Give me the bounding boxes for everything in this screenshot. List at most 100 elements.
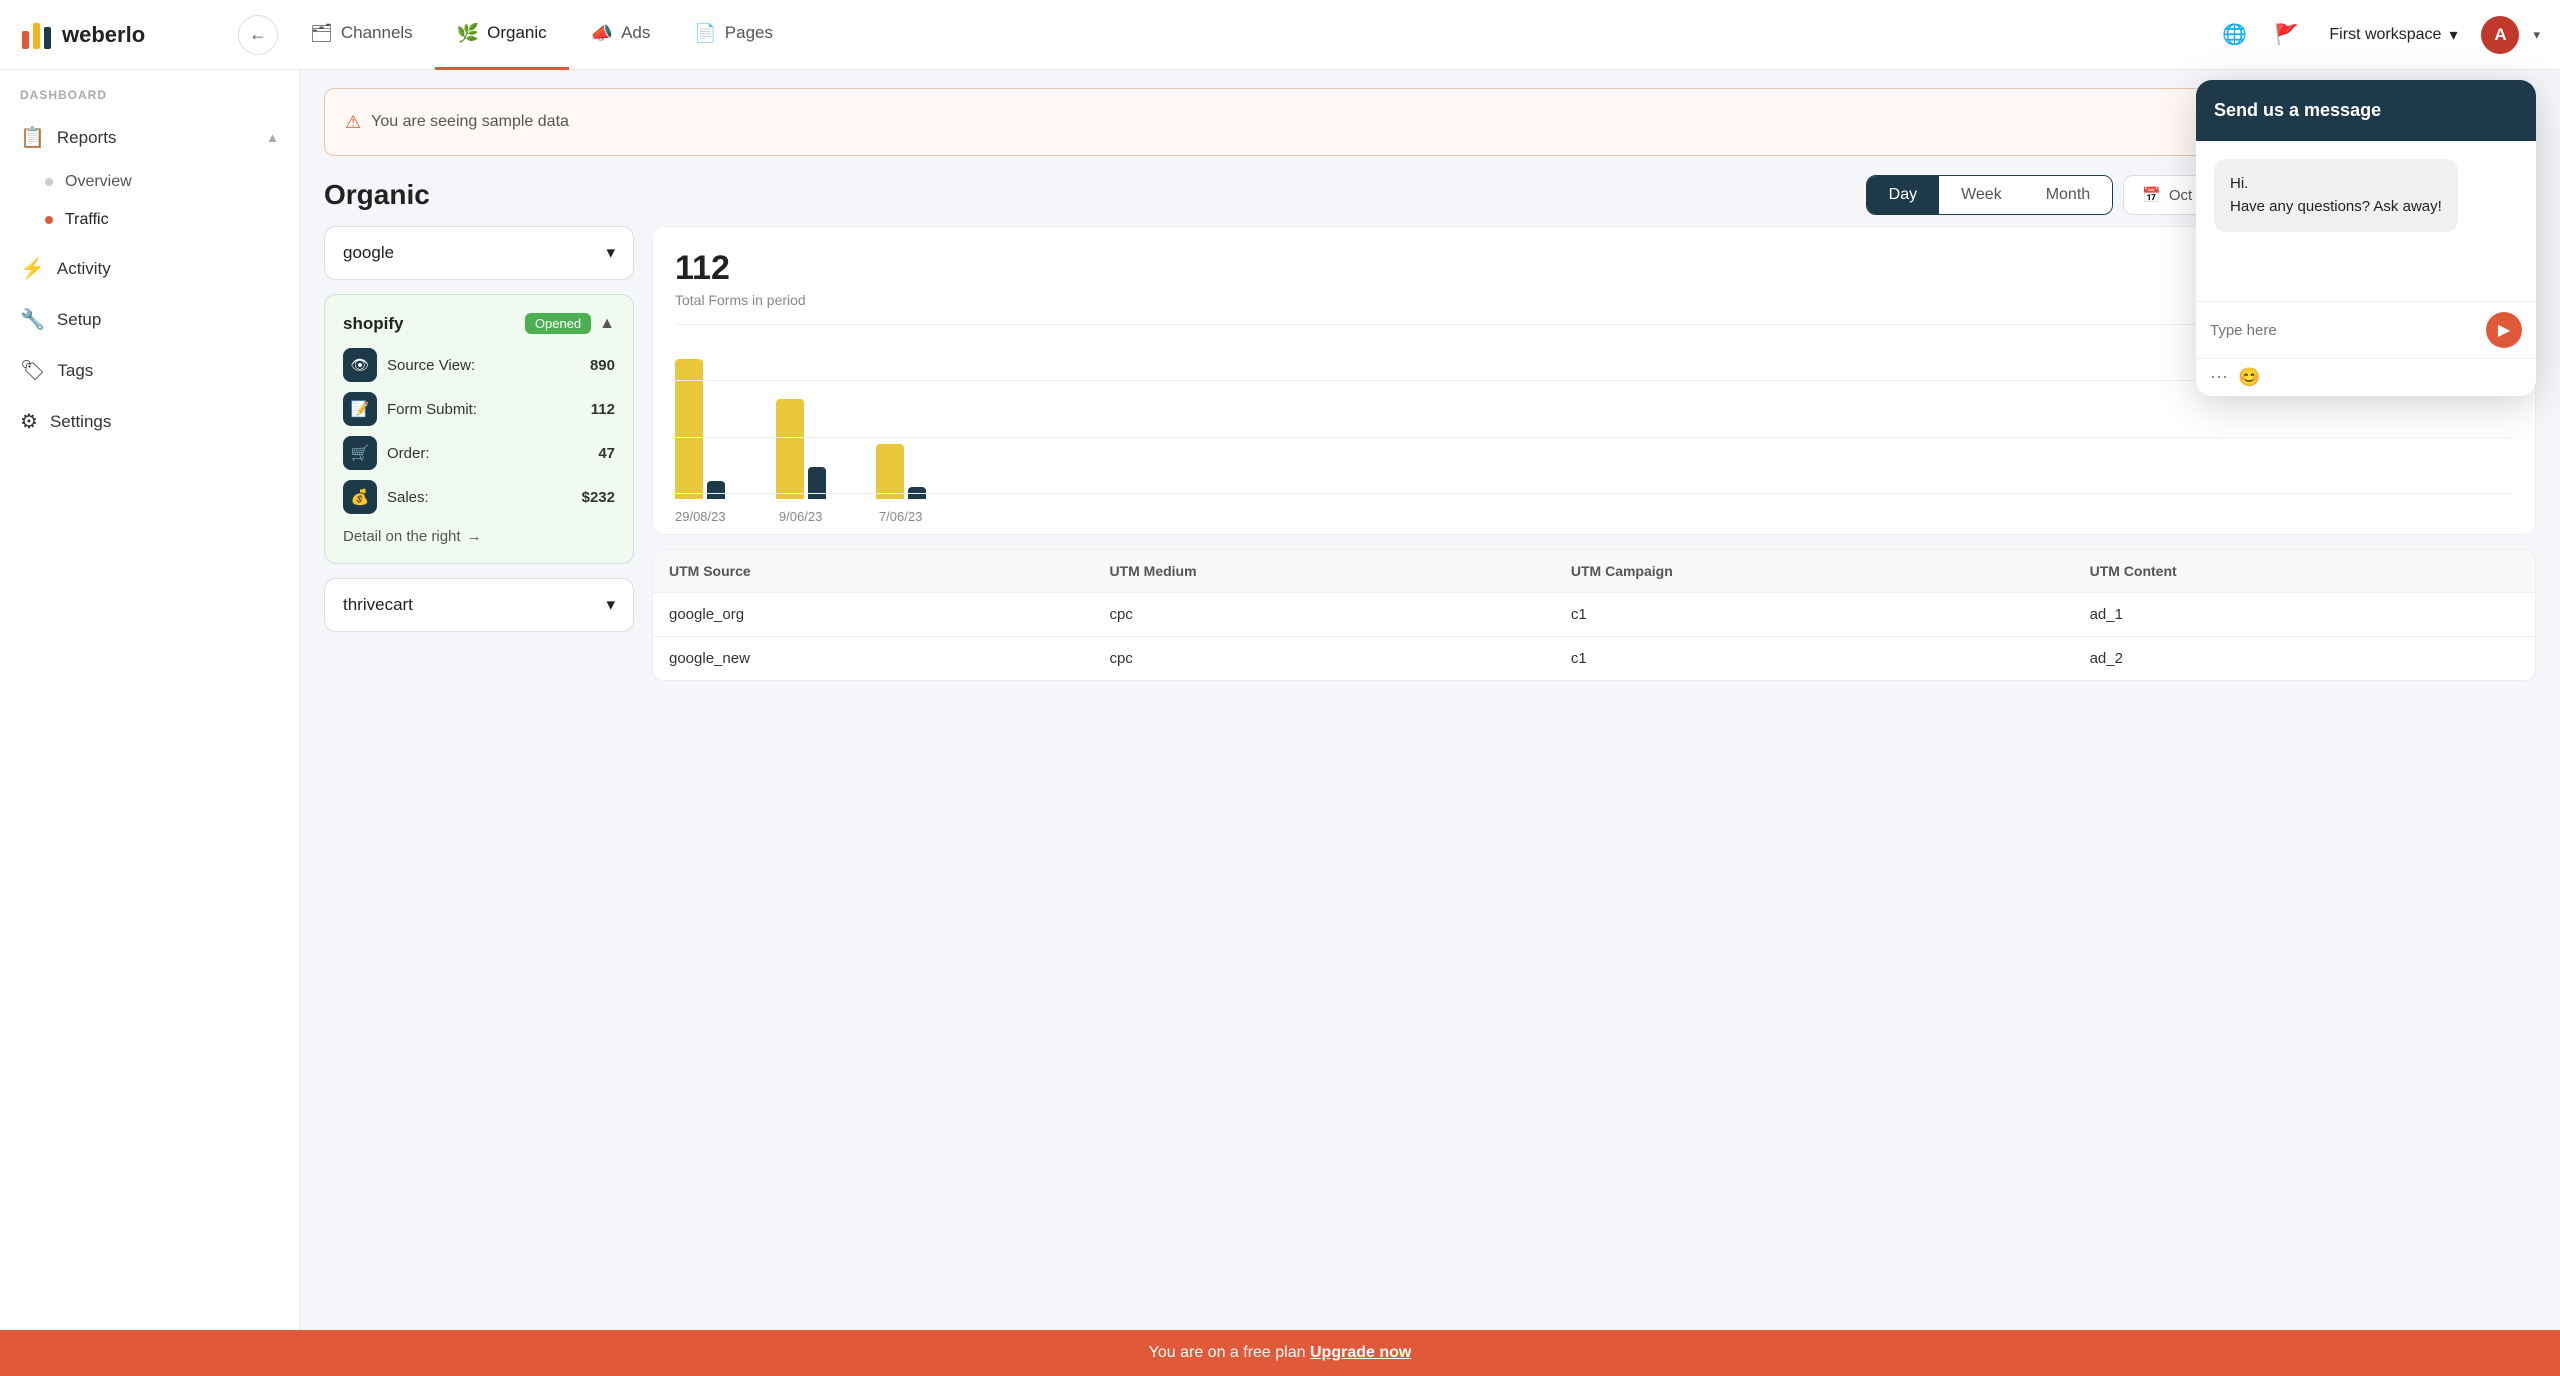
globe-icon: 🌐	[2222, 22, 2247, 47]
reports-icon: 📋	[20, 125, 45, 150]
metric-form-submit: 📝 Form Submit: 112	[343, 392, 615, 426]
chat-body: Hi.Have any questions? Ask away!	[2196, 141, 2536, 301]
table-row: google_org cpc c1 ad_1	[653, 593, 2535, 637]
main-layout: DASHBOARD 📋 Reports ▲ Overview Traffic ⚡…	[0, 70, 2560, 1376]
free-plan-message: You are on a free plan	[1149, 1344, 1306, 1361]
source-name: shopify	[343, 314, 403, 334]
col-utm-content: UTM Content	[2074, 550, 2535, 593]
globe-icon-btn[interactable]: 🌐	[2215, 16, 2253, 54]
nav-right: 🌐 🚩 First workspace ▾ A ▾	[2215, 16, 2540, 54]
ads-icon: 📣	[591, 23, 613, 44]
form-submit-icon: 📝	[343, 392, 377, 426]
back-button[interactable]: ←	[238, 15, 278, 55]
tags-icon: 🏷	[20, 358, 45, 383]
source-badge: Opened	[525, 313, 591, 334]
overview-dot-icon	[45, 178, 53, 186]
table-header-row: UTM Source UTM Medium UTM Campaign UTM C…	[653, 550, 2535, 593]
period-month-button[interactable]: Month	[2024, 176, 2112, 214]
tab-pages[interactable]: 📄 Pages	[672, 0, 795, 70]
bottom-bar: You are on a free plan Upgrade now	[0, 1330, 2560, 1376]
workspace-label: First workspace	[2329, 26, 2441, 44]
avatar[interactable]: A	[2481, 16, 2519, 54]
arrow-right-icon: →	[467, 528, 482, 545]
workspace-selector[interactable]: First workspace ▾	[2319, 19, 2467, 51]
upgrade-now-link[interactable]: Upgrade now	[1310, 1344, 1411, 1361]
bar-dark-1	[808, 467, 826, 499]
thrivecart-dropdown[interactable]: thrivecart ▾	[324, 578, 634, 632]
bar-yellow-0	[675, 359, 703, 499]
col-utm-campaign: UTM Campaign	[1555, 550, 2074, 593]
chat-bubble: Hi.Have any questions? Ask away!	[2214, 159, 2458, 232]
more-options-icon[interactable]: ⋯	[2210, 367, 2228, 388]
chat-input-area: ▶	[2196, 301, 2536, 358]
chart-bar-group-2: 7/06/23	[876, 339, 926, 524]
chevron-down-icon: ▾	[2449, 25, 2457, 45]
chat-send-button[interactable]: ▶	[2486, 312, 2522, 348]
thrivecart-chevron-icon: ▾	[606, 595, 615, 615]
bar-yellow-2	[876, 444, 904, 499]
detail-link[interactable]: Detail on the right →	[343, 528, 615, 545]
sample-banner-message: ⚠ You are seeing sample data	[345, 112, 569, 133]
sidebar: DASHBOARD 📋 Reports ▲ Overview Traffic ⚡…	[0, 70, 300, 1376]
activity-icon: ⚡	[20, 256, 45, 281]
chat-input[interactable]	[2210, 322, 2478, 339]
period-day-button[interactable]: Day	[1867, 176, 1939, 214]
chat-footer: ⋯ 😊	[2196, 358, 2536, 396]
sidebar-subitem-traffic[interactable]: Traffic	[0, 201, 299, 239]
send-icon: ▶	[2498, 320, 2510, 340]
sidebar-item-reports[interactable]: 📋 Reports ▲	[0, 112, 299, 163]
sidebar-item-settings[interactable]: ⚙ Settings	[0, 396, 299, 447]
top-nav: weberlo ← 🗂 Channels 🌿 Organic 📣 Ads 📄 P…	[0, 0, 2560, 70]
flag-icon-btn[interactable]: 🚩	[2267, 16, 2305, 54]
table-card: UTM Source UTM Medium UTM Campaign UTM C…	[652, 549, 2536, 681]
order-icon: 🛒	[343, 436, 377, 470]
sidebar-group-reports: 📋 Reports ▲ Overview Traffic	[0, 112, 299, 239]
sidebar-item-tags[interactable]: 🏷 Tags	[0, 345, 299, 396]
page-title: Organic	[324, 179, 430, 211]
logo-icon	[20, 17, 56, 53]
bar-yellow-1	[776, 399, 804, 499]
nav-tabs: 🗂 Channels 🌿 Organic 📣 Ads 📄 Pages	[288, 0, 2215, 70]
chart-date-2: 7/06/23	[879, 509, 922, 524]
utm-table: UTM Source UTM Medium UTM Campaign UTM C…	[653, 550, 2535, 680]
source-dropdown[interactable]: google ▾	[324, 226, 634, 280]
sales-icon: 💰	[343, 480, 377, 514]
chat-header: Send us a message	[2196, 80, 2536, 141]
brand-name: weberlo	[62, 22, 145, 48]
chart-date-0: 29/08/23	[675, 509, 726, 524]
settings-icon: ⚙	[20, 409, 38, 434]
metric-order: 🛒 Order: 47	[343, 436, 615, 470]
sidebar-item-setup[interactable]: 🔧 Setup	[0, 294, 299, 345]
sidebar-subitem-overview[interactable]: Overview	[0, 163, 299, 201]
calendar-icon: 📅	[2142, 186, 2161, 204]
chart-bar-group-0: 29/08/23	[675, 339, 726, 524]
main-grid: google ▾ shopify Opened ▲ 👁 So	[300, 226, 2560, 1376]
tab-channels[interactable]: 🗂 Channels	[288, 0, 435, 70]
tab-organic[interactable]: 🌿 Organic	[435, 0, 569, 70]
left-panel: google ▾ shopify Opened ▲ 👁 So	[324, 226, 634, 1352]
period-selector: Day Week Month	[1866, 175, 2114, 215]
period-week-button[interactable]: Week	[1939, 176, 2024, 214]
traffic-dot-icon	[45, 216, 53, 224]
source-metrics: 👁 Source View: 890 📝 Form Submit: 112 🛒 …	[343, 348, 615, 514]
chart-date-1: 9/06/23	[779, 509, 822, 524]
col-utm-source: UTM Source	[653, 550, 1093, 593]
reports-chevron-icon: ▲	[266, 130, 279, 145]
flag-icon: 🚩	[2274, 22, 2299, 47]
col-utm-medium: UTM Medium	[1093, 550, 1554, 593]
channels-icon: 🗂	[310, 23, 333, 44]
warning-icon: ⚠	[345, 112, 361, 133]
pages-icon: 📄	[694, 23, 716, 44]
chat-widget: Send us a message Hi.Have any questions?…	[2196, 80, 2536, 396]
emoji-icon[interactable]: 😊	[2238, 367, 2260, 388]
table-row: google_new cpc c1 ad_2	[653, 637, 2535, 681]
organic-icon: 🌿	[457, 23, 479, 44]
source-card-shopify: shopify Opened ▲ 👁 Source View: 890	[324, 294, 634, 564]
avatar-chevron-icon: ▾	[2533, 27, 2540, 43]
setup-icon: 🔧	[20, 307, 45, 332]
tab-ads[interactable]: 📣 Ads	[569, 0, 673, 70]
source-collapse-icon[interactable]: ▲	[599, 315, 615, 333]
sidebar-item-activity[interactable]: ⚡ Activity	[0, 243, 299, 294]
bar-dark-0	[707, 481, 725, 499]
source-chevron-icon: ▾	[606, 243, 615, 263]
